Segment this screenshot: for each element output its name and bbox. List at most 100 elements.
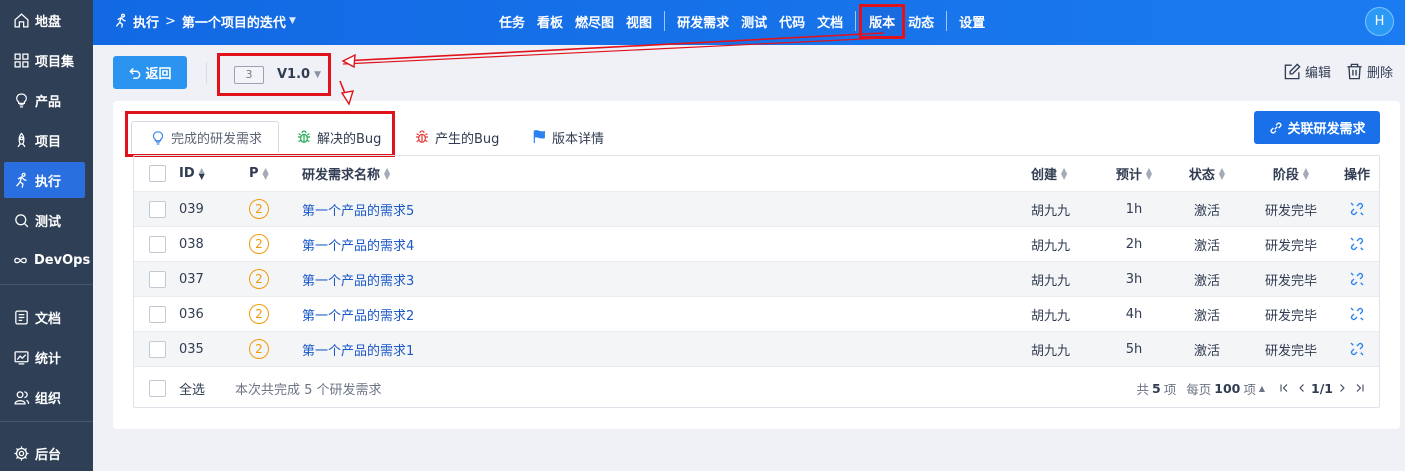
row-checkbox[interactable] [149, 332, 167, 366]
nav-divider [946, 11, 948, 31]
column-opened-by[interactable]: 创建 ▲ ▼ [1031, 156, 1091, 191]
nav-story[interactable]: 研发需求 [671, 12, 735, 31]
column-title[interactable]: 研发需求名称 ▲ ▼ [302, 156, 802, 191]
per-page-suffix: 项 [1243, 381, 1256, 397]
story-title-link[interactable]: 第一个产品的需求3 [302, 262, 802, 296]
nav-task[interactable]: 任务 [493, 12, 531, 31]
unlink-icon[interactable] [1342, 332, 1372, 366]
nav-build[interactable]: 版本 [859, 3, 906, 39]
sidebar-item-project[interactable]: 项目 [4, 122, 85, 158]
column-label: 操作 [1343, 168, 1370, 183]
annotation-arrowhead [341, 53, 356, 69]
nav-divider [855, 11, 857, 31]
column-id[interactable]: ID ▲ ▼ [179, 156, 229, 191]
caret-up-icon: ▲ [1258, 383, 1266, 393]
stage: 研发完毕 [1264, 238, 1317, 254]
select-all-label[interactable]: 全选 [179, 379, 205, 398]
row-checkbox[interactable] [149, 262, 167, 296]
infinity-icon [12, 251, 29, 269]
execution-switcher[interactable]: 第一个项目的迭代 [182, 12, 286, 31]
chart-icon [12, 348, 30, 366]
priority-badge: 2 [249, 227, 289, 261]
nav-dynamic[interactable]: 动态 [902, 12, 940, 31]
breadcrumb-module[interactable]: 执行 [133, 12, 159, 31]
running-icon [115, 13, 126, 28]
stage: 研发完毕 [1264, 343, 1317, 359]
unlink-icon[interactable] [1342, 192, 1372, 226]
unlink-icon[interactable] [1342, 227, 1372, 261]
lightbulb-icon [12, 91, 30, 109]
table-header: ID ▲ ▼ P ▲ ▼ 研发需求名称 ▲ ▼ 创建 ▲ ▼ 预计 ▲ ▼ 状态 ▲ ▼ 阶段 ▲ ▼ 操作 [134, 156, 1379, 192]
sidebar-item-dashboard[interactable]: 地盘 [4, 2, 85, 38]
unlink-icon[interactable] [1342, 262, 1372, 296]
per-page-prefix: 每页 [1186, 381, 1212, 397]
select-all-checkbox-header[interactable] [149, 156, 167, 191]
last-page-icon[interactable] [1354, 382, 1366, 394]
row-checkbox[interactable] [149, 192, 167, 226]
story-title-link[interactable]: 第一个产品的需求1 [302, 332, 802, 366]
story-title-link[interactable]: 第一个产品的需求5 [302, 192, 802, 226]
sidebar-item-label: 后台 [35, 447, 62, 463]
prev-page-icon[interactable] [1296, 382, 1308, 394]
table-summary: 本次共完成 5 个研发需求 [235, 382, 382, 398]
row-checkbox[interactable] [149, 297, 167, 331]
sort-icon: ▲ ▼ [1218, 165, 1226, 181]
nav-burn[interactable]: 燃尽图 [569, 12, 620, 31]
version-number-badge: 3 [234, 65, 264, 84]
nav-doc[interactable]: 文档 [811, 12, 849, 31]
story-title-link[interactable]: 第一个产品的需求4 [302, 227, 802, 261]
per-page-selector[interactable]: 每页 100 项 ▲ [1186, 379, 1265, 398]
column-estimate[interactable]: 预计 ▲ ▼ [1104, 156, 1164, 191]
sidebar-item-report[interactable]: 统计 [4, 339, 85, 375]
link-stories-button[interactable]: 关联研发需求 [1254, 111, 1380, 144]
tab-created-bugs[interactable]: 产生的Bug [414, 121, 499, 153]
column-status[interactable]: 状态 ▲ ▼ [1177, 156, 1237, 191]
nav-test[interactable]: 测试 [735, 12, 773, 31]
sidebar-item-devops[interactable]: DevOps [4, 242, 90, 278]
story-title-link[interactable]: 第一个产品的需求2 [302, 297, 802, 331]
select-all-checkbox[interactable] [149, 368, 167, 408]
nav-settings[interactable]: 设置 [953, 12, 991, 31]
sidebar-item-label: 测试 [35, 214, 62, 230]
pager: 共 5 项 每页 100 项 ▲ 1/1 [1137, 379, 1369, 398]
sidebar-item-label: 项目集 [35, 54, 75, 70]
sidebar-item-test[interactable]: 测试 [4, 202, 85, 238]
row-checkbox[interactable] [149, 227, 167, 261]
nav-kanban[interactable]: 看板 [531, 12, 569, 31]
back-button[interactable]: 返回 [113, 56, 187, 89]
sort-icon: ▲ ▼ [1061, 165, 1068, 181]
status: 激活 [1193, 343, 1220, 359]
sidebar-item-doc[interactable]: 文档 [4, 299, 85, 335]
column-label: 阶段 [1272, 168, 1299, 183]
table-row: 035 2 第一个产品的需求1 胡九九 5h 激活 研发完毕 [134, 332, 1379, 367]
sidebar-item-execution[interactable]: 执行 [4, 162, 85, 198]
first-page-icon[interactable] [1278, 382, 1290, 394]
estimate: 1h [1125, 201, 1143, 217]
delete-button[interactable]: 删除 [1345, 62, 1393, 81]
edit-button[interactable]: 编辑 [1283, 62, 1331, 81]
people-icon [12, 388, 30, 406]
column-stage[interactable]: 阶段 ▲ ▼ [1246, 156, 1336, 191]
avatar[interactable]: H [1365, 7, 1394, 36]
sidebar-item-programs[interactable]: 项目集 [4, 42, 85, 78]
nav-view[interactable]: 视图 [620, 12, 658, 31]
version-switcher[interactable]: 3 V1.0 ▼ [217, 53, 331, 96]
nav-code[interactable]: 代码 [773, 12, 811, 31]
build-actions: 编辑 删除 [1269, 62, 1393, 81]
sort-icon: ▲ ▼ [1302, 165, 1310, 181]
back-button-label: 返回 [145, 67, 172, 82]
tab-build-details[interactable]: 版本详情 [531, 121, 604, 153]
estimate: 5h [1125, 341, 1143, 357]
column-priority[interactable]: P ▲ ▼ [249, 156, 289, 191]
opened-by: 胡九九 [1031, 203, 1071, 219]
sidebar-item-company[interactable]: 组织 [4, 379, 85, 415]
pager-total-suffix: 项 [1163, 381, 1177, 397]
next-page-icon[interactable] [1336, 382, 1348, 394]
opened-by: 胡九九 [1031, 238, 1071, 254]
edit-icon [1284, 63, 1301, 80]
sidebar-item-product[interactable]: 产品 [4, 82, 85, 118]
caret-down-icon[interactable]: ▼ [289, 16, 296, 26]
unlink-icon[interactable] [1342, 297, 1372, 331]
home-icon [12, 11, 30, 29]
sidebar-item-admin[interactable]: 后台 [4, 435, 85, 471]
